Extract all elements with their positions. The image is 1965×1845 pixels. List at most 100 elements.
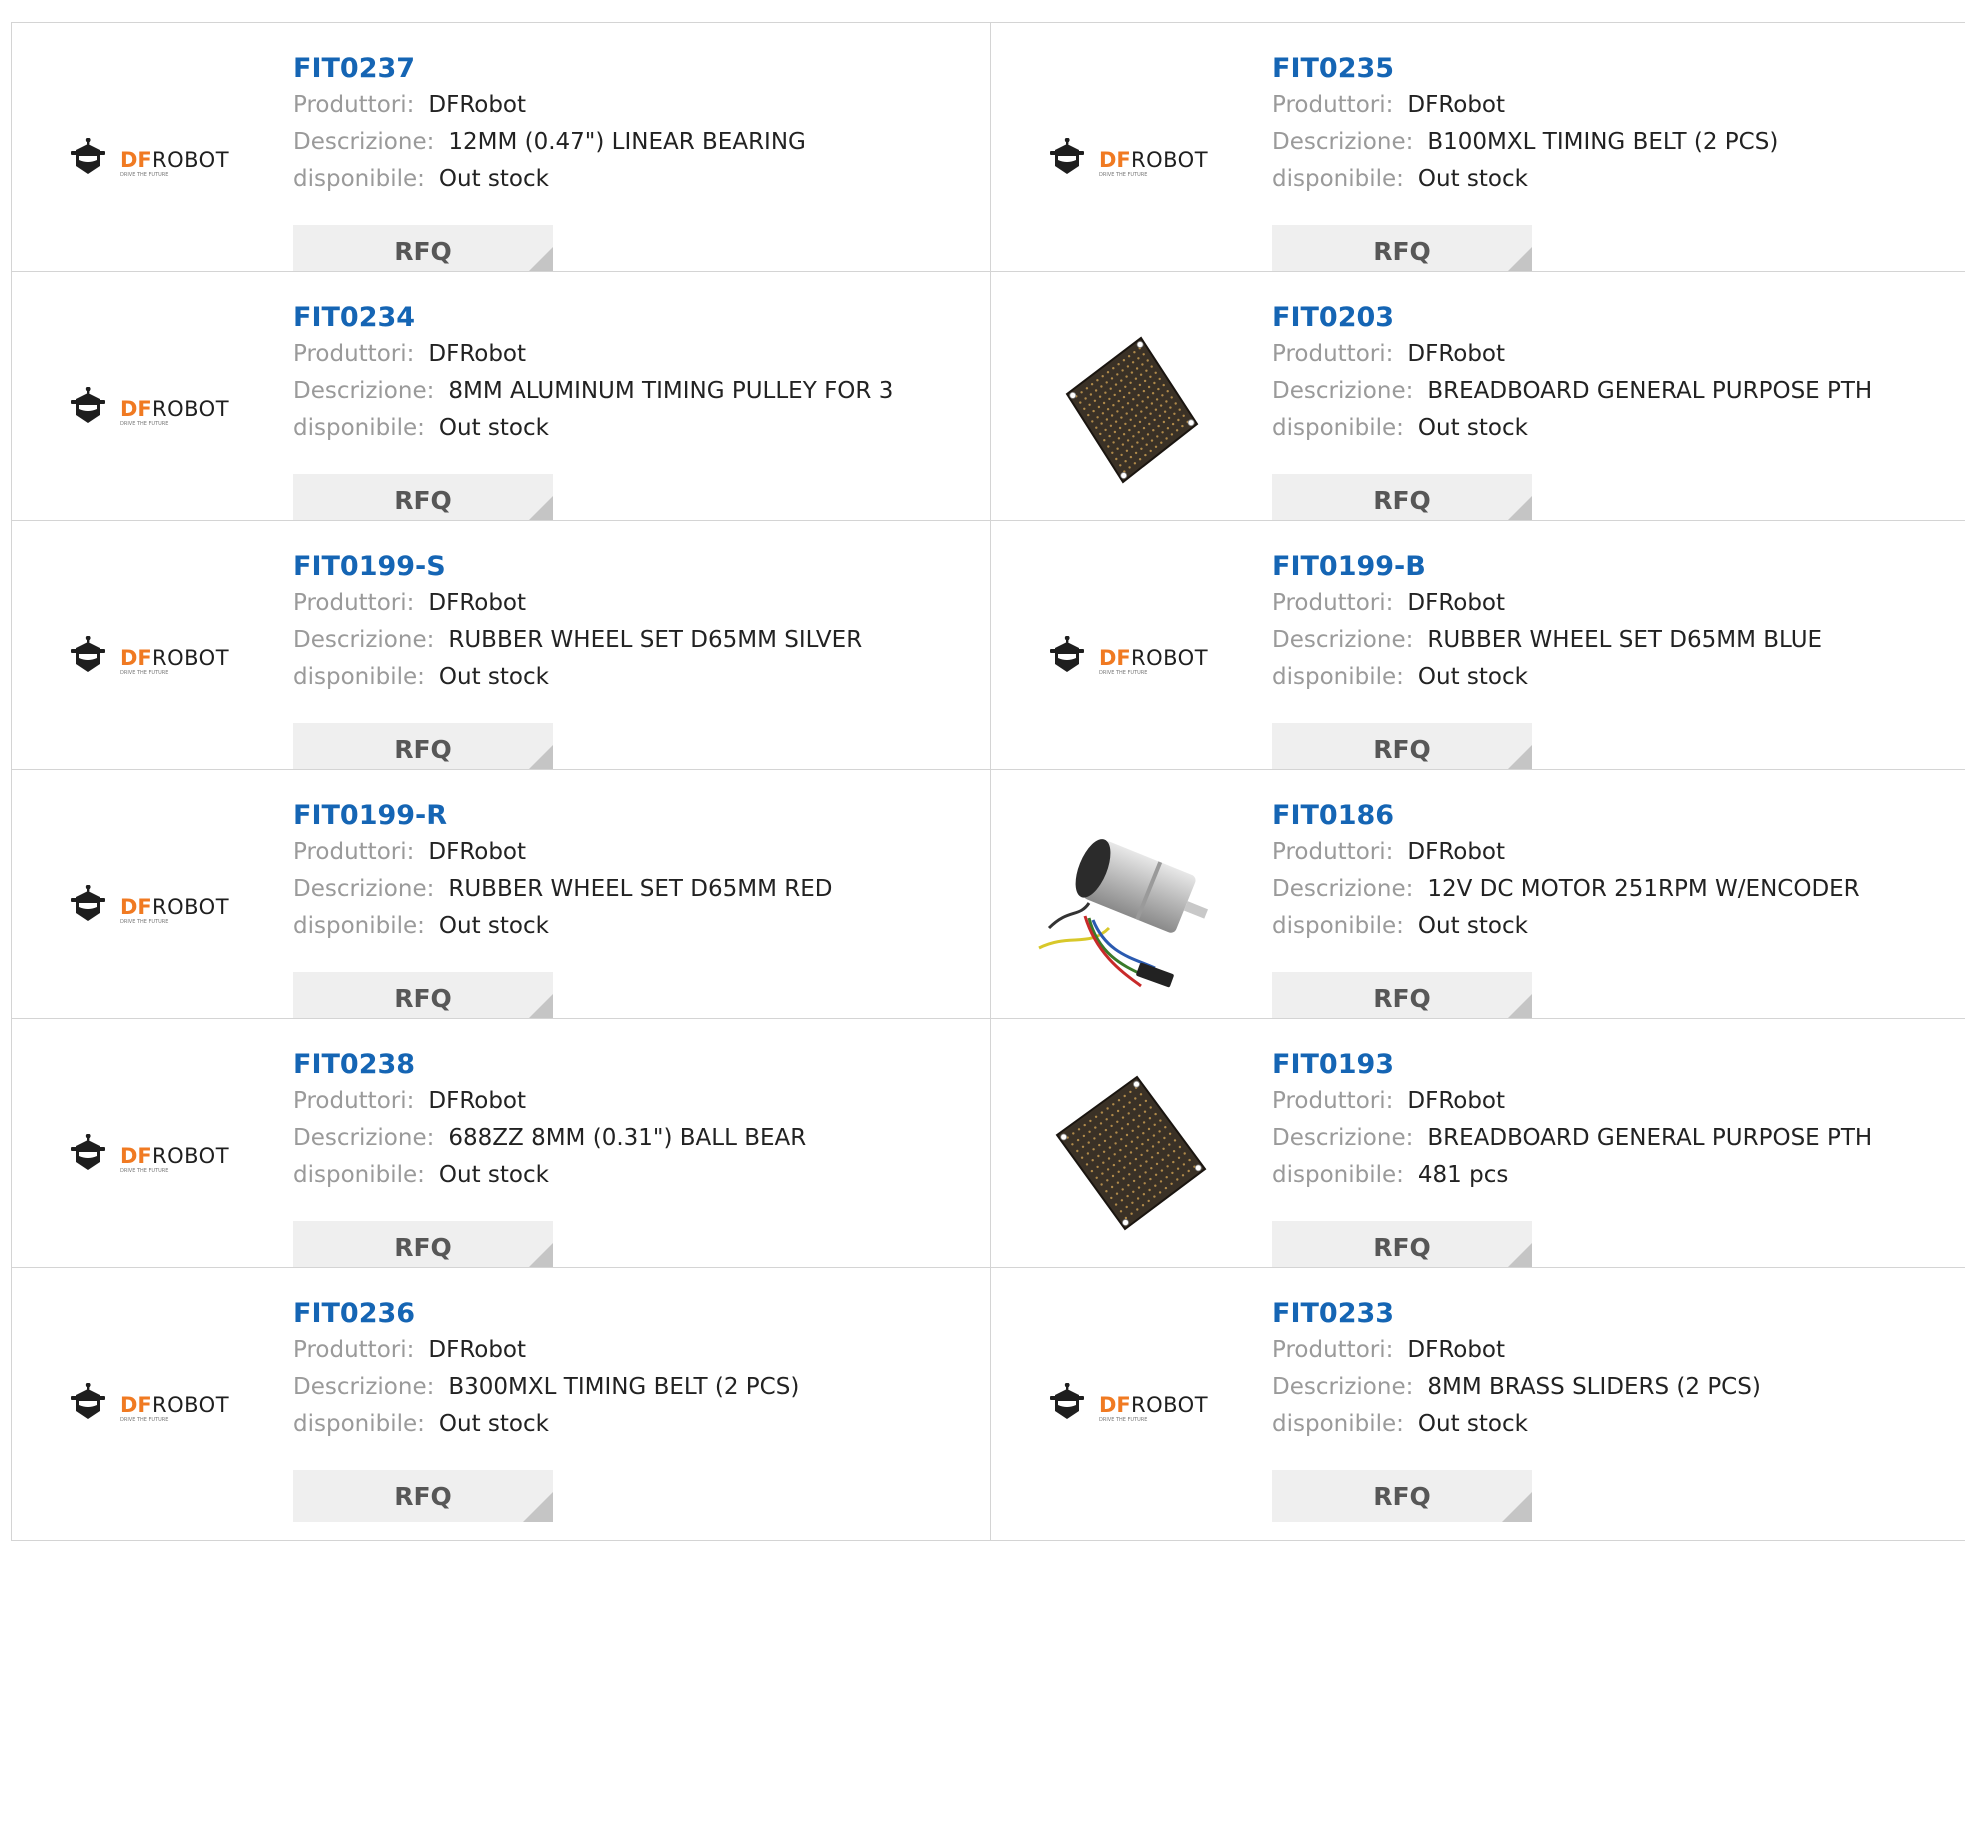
rfq-label: RFQ	[394, 1481, 452, 1511]
availability-row: disponibile: Out stock	[1272, 161, 1932, 198]
product-image[interactable]: DF ROBOT DRIVE THE FUTURE	[1029, 61, 1233, 259]
product-image[interactable]: DF ROBOT DRIVE THE FUTURE	[50, 61, 254, 259]
rfq-button[interactable]: RFQ	[293, 972, 553, 1024]
manufacturer-value: DFRobot	[1407, 1088, 1506, 1114]
product-image[interactable]: DF ROBOT DRIVE THE FUTURE	[50, 808, 254, 1006]
part-number-link[interactable]: FIT0237	[293, 51, 953, 87]
manufacturer-label: Produttori:	[293, 1088, 415, 1114]
manufacturer-value: DFRobot	[1407, 839, 1506, 865]
description-row: Descrizione: 8MM ALUMINUM TIMING PULLEY F…	[293, 373, 953, 410]
description-label: Descrizione:	[293, 129, 435, 155]
description-label: Descrizione:	[293, 627, 435, 653]
rfq-button[interactable]: RFQ	[293, 474, 553, 526]
description-row: Descrizione: RUBBER WHEEL SET D65MM SILVE…	[293, 622, 953, 659]
manufacturer-label: Produttori:	[293, 341, 415, 367]
availability-value: Out stock	[438, 664, 549, 690]
rfq-button[interactable]: RFQ	[293, 1221, 553, 1273]
manufacturer-row: Produttori: DFRobot	[1272, 585, 1932, 622]
product-image[interactable]: DF ROBOT DRIVE THE FUTURE	[1029, 559, 1233, 757]
part-number-link[interactable]: FIT0236	[293, 1296, 953, 1332]
dfrobot-logo-icon: DF ROBOT DRIVE THE FUTURE	[71, 1383, 229, 1423]
rfq-button[interactable]: RFQ	[1272, 1221, 1532, 1273]
logo-brand-robot: ROBOT	[1131, 148, 1208, 172]
availability-value: Out stock	[438, 1162, 549, 1188]
part-number-link[interactable]: FIT0193	[1272, 1047, 1932, 1083]
part-number-link[interactable]: FIT0235	[1272, 51, 1932, 87]
availability-label: disponibile:	[1272, 1162, 1404, 1188]
rfq-button[interactable]: RFQ	[293, 225, 553, 277]
rfq-label: RFQ	[1373, 485, 1431, 515]
dfrobot-logo-icon: DF ROBOT DRIVE THE FUTURE	[71, 138, 229, 178]
part-number-link[interactable]: FIT0234	[293, 300, 953, 336]
dfrobot-logo-icon: DF ROBOT DRIVE THE FUTURE	[71, 885, 229, 925]
product-image[interactable]: DF ROBOT DRIVE THE FUTURE	[50, 310, 254, 508]
logo-brand-df: DF	[120, 397, 152, 421]
availability-row: disponibile: Out stock	[1272, 908, 1932, 945]
logo-tagline: DRIVE THE FUTURE	[120, 172, 168, 178]
availability-label: disponibile:	[293, 166, 425, 192]
product-card: DF ROBOT DRIVE THE FUTURE FIT0233 Produt…	[990, 1267, 1965, 1541]
rfq-button[interactable]: RFQ	[293, 1470, 553, 1522]
rfq-button[interactable]: RFQ	[1272, 225, 1532, 277]
logo-tagline: DRIVE THE FUTURE	[120, 421, 168, 427]
product-info: FIT0238 Produttori: DFRobot Descrizione: 6…	[293, 1047, 953, 1194]
breadboard-small-icon	[1065, 336, 1199, 484]
availability-label: disponibile:	[293, 664, 425, 690]
description-label: Descrizione:	[293, 1374, 435, 1400]
part-number-link[interactable]: FIT0199-S	[293, 549, 953, 585]
rfq-button[interactable]: RFQ	[1272, 972, 1532, 1024]
manufacturer-row: Produttori: DFRobot	[293, 87, 953, 124]
part-number-link[interactable]: FIT0238	[293, 1047, 953, 1083]
availability-row: disponibile: Out stock	[293, 410, 953, 447]
product-image[interactable]	[1029, 310, 1233, 508]
product-image[interactable]: DF ROBOT DRIVE THE FUTURE	[50, 1057, 254, 1255]
product-info: FIT0233 Produttori: DFRobot Descrizione: 8…	[1272, 1296, 1932, 1443]
availability-label: disponibile:	[293, 415, 425, 441]
description-value: 8MM BRASS SLIDERS (2 PCS)	[1427, 1374, 1761, 1400]
part-number-link[interactable]: FIT0233	[1272, 1296, 1932, 1332]
part-number-link[interactable]: FIT0203	[1272, 300, 1932, 336]
rfq-button[interactable]: RFQ	[1272, 1470, 1532, 1522]
logo-brand-df: DF	[120, 1393, 152, 1417]
rfq-button[interactable]: RFQ	[1272, 474, 1532, 526]
product-image[interactable]: DF ROBOT DRIVE THE FUTURE	[50, 1306, 254, 1504]
availability-label: disponibile:	[293, 1411, 425, 1437]
product-grid: DF ROBOT DRIVE THE FUTURE FIT0237 Produt…	[0, 0, 1965, 1845]
logo-brand-robot: ROBOT	[152, 646, 229, 670]
manufacturer-value: DFRobot	[428, 1337, 527, 1363]
part-number-link[interactable]: FIT0186	[1272, 798, 1932, 834]
rfq-label: RFQ	[394, 1232, 452, 1262]
product-info: FIT0237 Produttori: DFRobot Descrizione: 1…	[293, 51, 953, 198]
description-row: Descrizione: 688ZZ 8MM (0.31") BALL BEAR	[293, 1120, 953, 1157]
description-label: Descrizione:	[1272, 378, 1414, 404]
logo-brand-df: DF	[120, 148, 152, 172]
logo-brand-robot: ROBOT	[152, 1393, 229, 1417]
description-value: BREADBOARD GENERAL PURPOSE PTH	[1427, 378, 1873, 404]
availability-value: Out stock	[438, 1411, 549, 1437]
availability-value: Out stock	[1417, 913, 1528, 939]
product-card: FIT0186 Produttori: DFRobot Descrizione: 1…	[990, 769, 1965, 1043]
logo-brand-df: DF	[1099, 148, 1131, 172]
dfrobot-logo-icon: DF ROBOT DRIVE THE FUTURE	[71, 387, 229, 427]
availability-value: Out stock	[438, 415, 549, 441]
description-label: Descrizione:	[1272, 876, 1414, 902]
manufacturer-row: Produttori: DFRobot	[1272, 336, 1932, 373]
description-row: Descrizione: B300MXL TIMING BELT (2 PCS)	[293, 1369, 953, 1406]
product-image[interactable]: DF ROBOT DRIVE THE FUTURE	[1029, 1306, 1233, 1504]
logo-brand-df: DF	[1099, 1393, 1131, 1417]
dfrobot-logo-icon: DF ROBOT DRIVE THE FUTURE	[1050, 636, 1208, 676]
rfq-button[interactable]: RFQ	[293, 723, 553, 775]
rfq-button[interactable]: RFQ	[1272, 723, 1532, 775]
manufacturer-row: Produttori: DFRobot	[293, 1083, 953, 1120]
part-number-link[interactable]: FIT0199-B	[1272, 549, 1932, 585]
manufacturer-value: DFRobot	[428, 1088, 527, 1114]
part-number-link[interactable]: FIT0199-R	[293, 798, 953, 834]
corner-fold-icon	[1502, 1492, 1532, 1522]
product-image[interactable]: DF ROBOT DRIVE THE FUTURE	[50, 559, 254, 757]
description-row: Descrizione: RUBBER WHEEL SET D65MM RED	[293, 871, 953, 908]
product-image[interactable]	[1029, 808, 1233, 1006]
manufacturer-row: Produttori: DFRobot	[293, 834, 953, 871]
description-label: Descrizione:	[293, 378, 435, 404]
logo-tagline: DRIVE THE FUTURE	[120, 670, 168, 676]
product-image[interactable]	[1029, 1057, 1233, 1255]
